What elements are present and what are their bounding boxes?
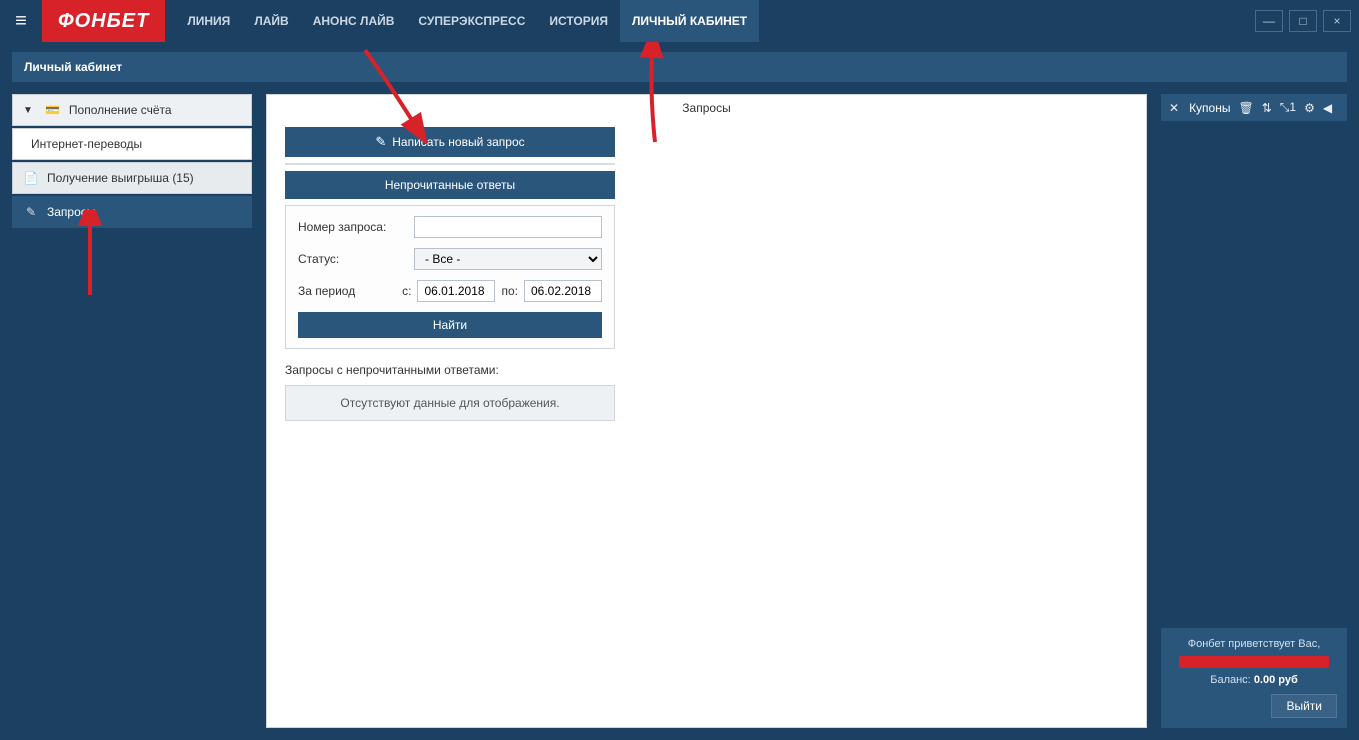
section-title: Личный кабинет	[24, 60, 122, 74]
window-maximize[interactable]: □	[1289, 10, 1317, 32]
card-icon: 💳	[45, 103, 61, 117]
updown-icon[interactable]: ⇅	[1262, 101, 1272, 115]
gear-icon[interactable]: ⚙	[1304, 101, 1315, 115]
section-header: Личный кабинет	[12, 52, 1347, 82]
date-from-input[interactable]	[417, 280, 495, 302]
sidebar-label: Интернет-переводы	[31, 137, 142, 151]
right-column: ✕ Купоны 🗑 ⇅ ⤡1 ⚙ ◀ Фонбет приветствует …	[1161, 94, 1347, 728]
page-title: Запросы	[682, 101, 730, 115]
sidebar-label: Получение выигрыша (15)	[47, 171, 194, 185]
coupons-bar: ✕ Купоны 🗑 ⇅ ⤡1 ⚙ ◀	[1161, 94, 1347, 121]
split-icon[interactable]: ⤡1	[1280, 100, 1296, 115]
nav-history[interactable]: ИСТОРИЯ	[537, 0, 620, 42]
main-panel: Запросы ✎ Написать новый запрос Непрочит…	[266, 94, 1147, 728]
pen-icon: ✎	[375, 134, 386, 150]
nav-line[interactable]: ЛИНИЯ	[175, 0, 242, 42]
nav-live[interactable]: ЛАЙВ	[242, 0, 300, 42]
trash-icon[interactable]: 🗑	[1238, 101, 1253, 115]
to-prefix: по:	[501, 284, 518, 298]
hamburger-icon: ≡	[15, 10, 27, 33]
from-prefix: с:	[402, 284, 411, 298]
find-button[interactable]: Найти	[298, 312, 602, 338]
sidebar: ▼ 💳 Пополнение счёта Интернет-переводы 📄…	[12, 94, 252, 728]
top-nav: ЛИНИЯ ЛАЙВ АНОНС ЛАЙВ СУПЕРЭКСПРЕСС ИСТО…	[175, 0, 759, 42]
unread-header: Непрочитанные ответы	[285, 171, 615, 199]
username-redacted	[1179, 656, 1329, 668]
sidebar-label: Пополнение счёта	[69, 103, 172, 117]
coupons-label: Купоны	[1189, 101, 1230, 115]
filter-box: Номер запроса: Статус: - Все - За период…	[285, 205, 615, 349]
status-select[interactable]: - Все -	[414, 248, 602, 270]
caret-down-icon: ▼	[23, 105, 33, 116]
logout-button[interactable]: Выйти	[1271, 694, 1337, 718]
close-coupons-icon[interactable]: ✕	[1169, 101, 1179, 115]
greeting-text: Фонбет приветствует Вас,	[1171, 638, 1337, 650]
new-request-button[interactable]: ✎ Написать новый запрос	[285, 127, 615, 157]
nav-cabinet[interactable]: ЛИЧНЫЙ КАБИНЕТ	[620, 0, 759, 42]
sidebar-item-topup[interactable]: ▼ 💳 Пополнение счёта	[12, 94, 252, 126]
sidebar-item-requests[interactable]: ✎ Запросы	[12, 196, 252, 228]
period-label: За период	[298, 284, 396, 298]
new-request-label: Написать новый запрос	[392, 135, 524, 149]
balance-label: Баланс:	[1210, 674, 1251, 686]
unread-header-label: Непрочитанные ответы	[385, 178, 515, 192]
status-label: Статус:	[298, 252, 408, 266]
payout-icon: 📄	[23, 171, 39, 185]
date-to-input[interactable]	[524, 280, 602, 302]
empty-data-box: Отсутствуют данные для отображения.	[285, 385, 615, 421]
hamburger-menu[interactable]: ≡	[0, 0, 42, 42]
sidebar-item-internet-transfers[interactable]: Интернет-переводы	[12, 128, 252, 160]
window-minimize[interactable]: —	[1255, 10, 1283, 32]
balance-value: 0.00 руб	[1254, 674, 1298, 686]
greeting-box: Фонбет приветствует Вас, Баланс: 0.00 ру…	[1161, 628, 1347, 728]
sidebar-label: Запросы	[47, 205, 95, 219]
collapse-icon[interactable]: ◀	[1323, 101, 1332, 115]
unread-caption: Запросы с непрочитанными ответами:	[285, 363, 615, 377]
brand-logo: ФОНБЕТ	[42, 0, 165, 42]
window-close[interactable]: ×	[1323, 10, 1351, 32]
request-icon: ✎	[23, 205, 39, 219]
nav-superexpress[interactable]: СУПЕРЭКСПРЕСС	[406, 0, 537, 42]
request-no-input[interactable]	[414, 216, 602, 238]
sidebar-item-payout[interactable]: 📄 Получение выигрыша (15)	[12, 162, 252, 194]
request-no-label: Номер запроса:	[298, 220, 408, 234]
divider	[285, 163, 615, 165]
nav-anons-live[interactable]: АНОНС ЛАЙВ	[301, 0, 407, 42]
count-badge: 1	[1289, 100, 1296, 114]
